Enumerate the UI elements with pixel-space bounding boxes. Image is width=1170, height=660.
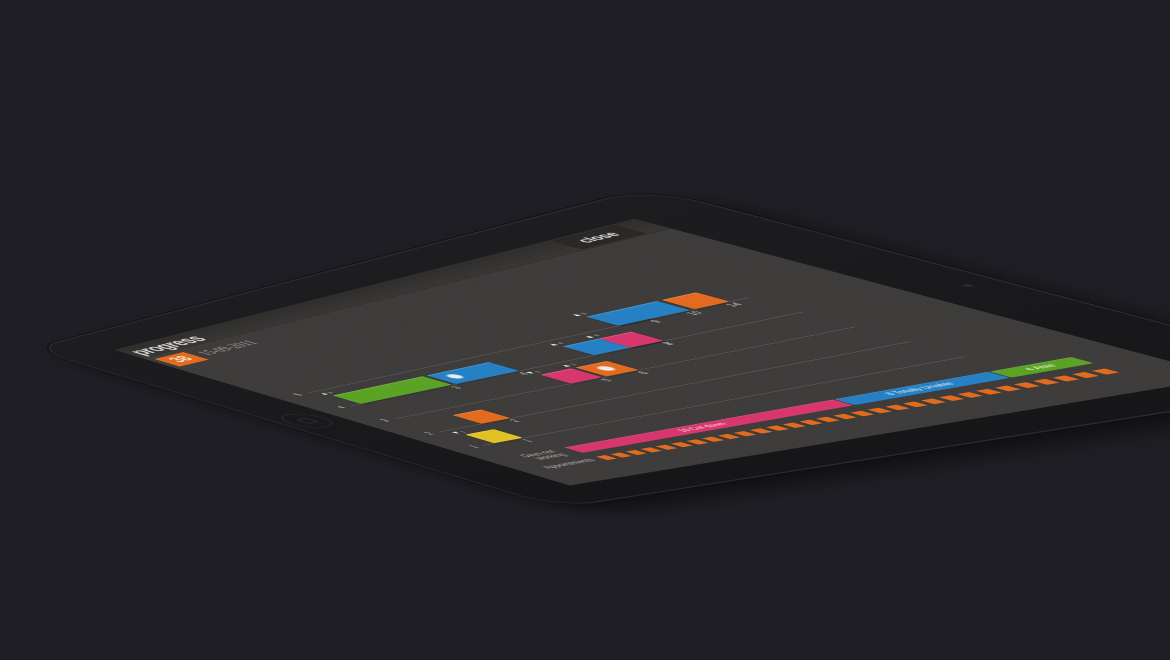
progress-chart: 1 2 3 4 5 1 ▼1 2 3 ▲3 4 5 ▼2 6 ▲3 7 ▲4 8 ▲4 9 10 ▲5 14 — [114, 219, 1170, 486]
stage: progress close 38 15-09-2011 1 2 3 4 5 1 ▼1 2 3 ▲… — [0, 0, 1170, 660]
marker-value: 3 — [568, 363, 579, 366]
marker-value: 2 — [532, 370, 543, 373]
bar-dot-icon — [445, 374, 465, 379]
y-tick-label: 4 — [324, 405, 349, 411]
chart-bar[interactable]: 1 — [465, 429, 523, 443]
marker-value: 4 — [555, 342, 566, 345]
app-screen: progress close 38 15-09-2011 1 2 3 4 5 1 ▼1 2 3 ▲… — [114, 219, 1170, 486]
marker-value: 3 — [325, 391, 335, 394]
marker-value: 4 — [591, 334, 602, 337]
bar-value-label: 5 — [593, 377, 620, 383]
chart-bar[interactable]: 10 — [586, 301, 690, 326]
bar-value-label: 6 — [629, 370, 657, 377]
bar-value-label: 8 — [654, 340, 683, 347]
tablet-device: progress close 38 15-09-2011 1 2 3 4 5 1 ▼1 2 3 ▲… — [33, 189, 1170, 507]
bar-value-label: 10 — [680, 310, 709, 317]
grid-line — [350, 312, 803, 406]
marker-value: 1 — [458, 430, 468, 433]
bar-value-label: 1 — [515, 438, 541, 444]
bar-value-label: 2 — [502, 418, 528, 424]
y-tick-label: 1 — [455, 445, 481, 451]
camera-icon — [958, 283, 977, 288]
y-tick-label: 2 — [411, 431, 437, 437]
bar-value-label: 3 — [444, 384, 469, 390]
y-tick-label: 3 — [367, 418, 392, 424]
marker-value: 5 — [578, 312, 589, 315]
chart-bar[interactable]: 2 — [452, 409, 510, 423]
bar-dot-icon — [595, 366, 617, 371]
grid-line — [483, 356, 966, 445]
bar-value-label: 14 — [719, 301, 749, 308]
y-tick-label: 5 — [281, 393, 305, 399]
chart-bar[interactable]: 3 — [333, 376, 453, 404]
